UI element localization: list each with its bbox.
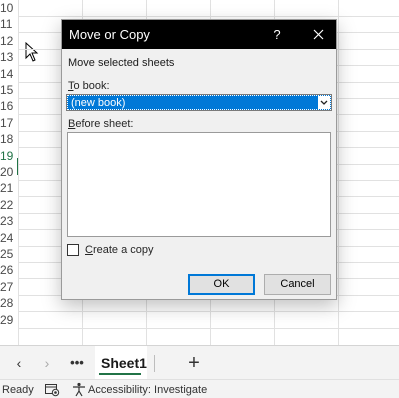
before-sheet-label: Before sheet: — [68, 118, 133, 130]
row-header[interactable]: 18 — [0, 131, 18, 148]
close-button[interactable] — [302, 20, 336, 49]
macro-recording-icon[interactable] — [44, 382, 60, 397]
more-sheets-button[interactable]: ••• — [66, 346, 88, 380]
row-header[interactable]: 27 — [0, 279, 18, 296]
row-header[interactable]: 26 — [0, 262, 18, 279]
row-header[interactable]: 14 — [0, 66, 18, 83]
row-gridline — [19, 328, 399, 329]
row-gridline — [19, 16, 399, 17]
row-header[interactable]: 22 — [0, 197, 18, 214]
row-header[interactable]: 12 — [0, 33, 18, 50]
active-tab-indicator — [99, 373, 141, 375]
row-header[interactable]: 10 — [0, 0, 18, 17]
row-header[interactable]: 17 — [0, 115, 18, 132]
row-header[interactable]: 16 — [0, 98, 18, 115]
help-button[interactable]: ? — [262, 20, 292, 49]
to-book-label-text: o book: — [73, 80, 110, 92]
accessibility-status[interactable]: Accessibility: Investigate — [88, 384, 207, 396]
row-header[interactable]: 23 — [0, 213, 18, 230]
to-book-label: To book: — [68, 80, 110, 92]
dropdown-arrow[interactable] — [318, 96, 330, 109]
row-header[interactable]: 29 — [0, 312, 18, 329]
row-header[interactable]: 24 — [0, 230, 18, 247]
next-sheet-button[interactable]: › — [38, 346, 56, 380]
create-copy-label[interactable]: Create a copy — [85, 244, 154, 256]
row-header[interactable]: 21 — [0, 180, 18, 197]
row-header[interactable]: 15 — [0, 82, 18, 99]
column-gridline — [338, 0, 339, 345]
column-gridline — [18, 0, 19, 345]
row-header[interactable]: 25 — [0, 246, 18, 263]
row-header[interactable]: 20 — [0, 164, 18, 181]
create-copy-access-key: C — [85, 244, 93, 256]
create-copy-label-text: reate a copy — [92, 244, 154, 256]
tab-separator — [154, 355, 155, 372]
mouse-pointer-icon — [25, 42, 39, 62]
close-icon — [313, 29, 324, 40]
row-header[interactable]: 28 — [0, 295, 18, 312]
before-sheet-list[interactable] — [67, 132, 331, 237]
sheet-tab-sheet1[interactable]: Sheet1 — [95, 346, 147, 380]
status-ready-text: Ready — [2, 384, 34, 396]
create-copy-checkbox[interactable] — [67, 244, 79, 256]
row-header[interactable]: 19 — [0, 148, 18, 165]
add-sheet-button[interactable]: + — [182, 346, 206, 380]
sheet-tab-bar: ‹ › ••• Sheet1 + — [0, 345, 399, 380]
row-gridline — [19, 311, 399, 312]
before-sheet-label-text: efore sheet: — [75, 118, 134, 130]
row-header[interactable]: 13 — [0, 49, 18, 66]
to-book-dropdown[interactable]: (new book) — [66, 94, 332, 111]
ok-button[interactable]: OK — [188, 274, 255, 295]
status-bar: Ready Accessibility: Investigate — [0, 379, 399, 398]
previous-sheet-button[interactable]: ‹ — [10, 346, 28, 380]
dialog-subtitle: Move selected sheets — [68, 57, 175, 69]
sheet-tab-label: Sheet1 — [101, 355, 147, 371]
dialog-title: Move or Copy — [69, 27, 150, 42]
chevron-down-icon — [320, 100, 328, 105]
cancel-button[interactable]: Cancel — [264, 274, 331, 295]
move-or-copy-dialog: Move or Copy ? Move selected sheets To b… — [61, 19, 337, 300]
dialog-titlebar[interactable]: Move or Copy ? — [62, 20, 336, 49]
accessibility-icon[interactable] — [72, 382, 86, 397]
to-book-selected-value: (new book) — [71, 97, 126, 109]
row-header[interactable]: 11 — [0, 16, 18, 33]
